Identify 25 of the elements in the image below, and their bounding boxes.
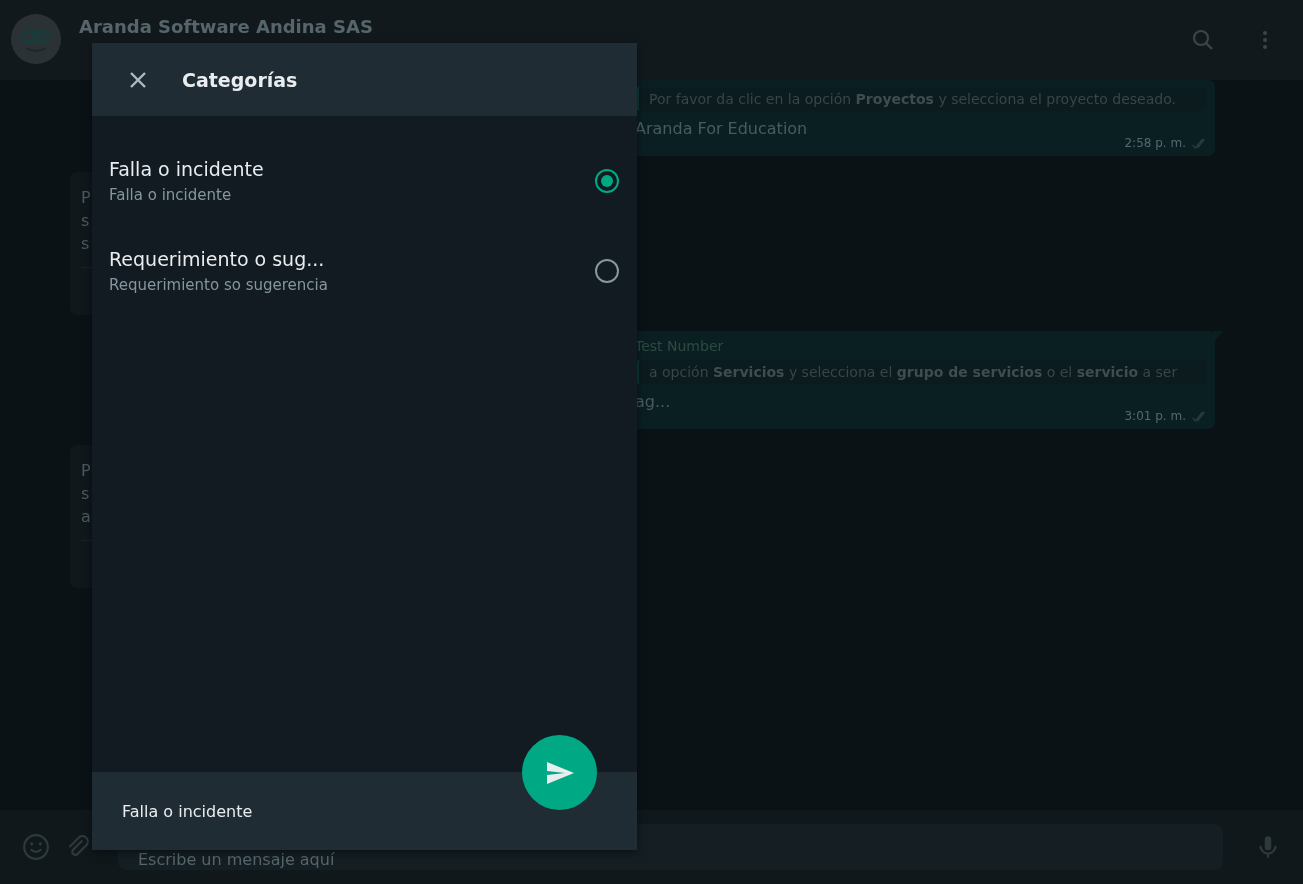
- chat-title: Aranda Software Andina SAS: [79, 16, 374, 37]
- option-title: Falla o incidente: [109, 158, 265, 180]
- selected-category: Falla o incidente: [122, 801, 253, 821]
- message-text: Aranda For Education: [635, 118, 808, 140]
- category-option[interactable]: Falla o incidente Falla o incidente: [92, 136, 637, 226]
- option-description: Falla o incidente: [109, 186, 233, 204]
- close-icon: [128, 69, 148, 90]
- radio-button[interactable]: [594, 168, 620, 194]
- close-button[interactable]: [128, 69, 148, 90]
- category-option[interactable]: Requerimiento o sug... Requerimiento so sugerencia: [92, 226, 637, 316]
- option-description: Requerimiento so sugerencia: [109, 276, 329, 294]
- radio-button[interactable]: [594, 258, 620, 284]
- message-text: s: [81, 210, 90, 232]
- message-text: P: [81, 460, 91, 482]
- message-text: s: [81, 483, 90, 505]
- message-time: 3:01 p. m.: [1124, 409, 1186, 423]
- message-time: 2:58 p. m.: [1124, 136, 1186, 150]
- message-text: P: [81, 187, 91, 209]
- option-title: Requerimiento o sug...: [109, 248, 326, 270]
- dialog-title: Categorías: [182, 68, 298, 91]
- avatar[interactable]: [11, 14, 61, 64]
- search-icon[interactable]: [1191, 28, 1215, 52]
- emoji-icon[interactable]: [22, 833, 50, 861]
- message-text: s: [81, 233, 90, 255]
- message-text: a: [81, 506, 91, 528]
